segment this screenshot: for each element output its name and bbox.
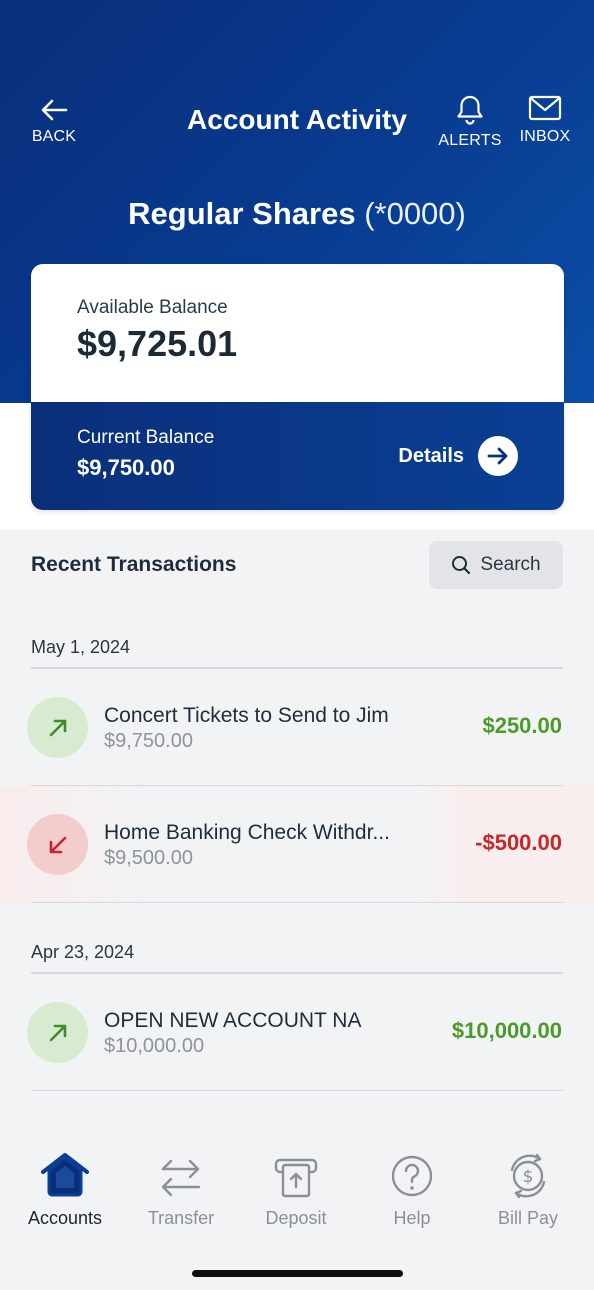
transaction-row[interactable]: OPEN NEW ACCOUNT NA $10,000.00 $10,000.0… [0, 974, 594, 1091]
transaction-row[interactable]: Concert Tickets to Send to Jim $9,750.00… [0, 669, 594, 786]
deposit-icon [274, 1158, 318, 1198]
balance-card: Available Balance $9,725.01 Current Bala… [31, 264, 564, 510]
alerts-button[interactable]: ALERTS [438, 94, 502, 150]
transaction-balance: $9,500.00 [104, 847, 193, 869]
tab-transfer[interactable]: Transfer [126, 1150, 236, 1229]
date-header: Apr 23, 2024 [31, 942, 135, 962]
tab-label: Bill Pay [497, 1208, 559, 1228]
tab-help[interactable]: Help [357, 1150, 467, 1229]
transaction-row[interactable]: Home Banking Check Withdr... $9,500.00 -… [0, 786, 594, 903]
arrow-up-right-icon [27, 1002, 88, 1063]
available-balance-label: Available Balance [77, 297, 228, 318]
tab-bill-pay[interactable]: $ Bill Pay [473, 1150, 583, 1229]
bell-icon [457, 95, 483, 125]
help-icon [391, 1155, 433, 1197]
tab-deposit[interactable]: Deposit [241, 1150, 351, 1229]
divider [31, 1090, 563, 1091]
search-button[interactable]: Search [429, 541, 563, 589]
available-balance-value: $9,725.01 [77, 323, 238, 364]
details-label: Details [398, 444, 464, 467]
page-title: Account Activity [187, 104, 407, 135]
transaction-name: Home Banking Check Withdr... [104, 821, 390, 844]
tab-label: Help [393, 1208, 431, 1228]
bill-pay-icon: $ [510, 1153, 546, 1198]
tab-label: Accounts [27, 1208, 103, 1228]
account-name: Regular Shares [128, 196, 356, 231]
transaction-amount: $250.00 [482, 713, 562, 738]
tab-accounts[interactable]: Accounts [10, 1150, 120, 1229]
available-balance-section: Available Balance $9,725.01 [31, 264, 564, 402]
envelope-icon [528, 95, 562, 121]
inbox-label: INBOX [519, 128, 571, 145]
divider [31, 902, 563, 903]
tab-label: Transfer [147, 1208, 215, 1228]
arrow-down-left-icon [27, 814, 88, 875]
arrow-up-right-icon [27, 697, 88, 758]
transaction-balance: $10,000.00 [104, 1035, 205, 1057]
transaction-amount: $10,000.00 [451, 1018, 562, 1043]
transaction-amount: -$500.00 [475, 830, 562, 855]
arrow-right-circle-icon [478, 436, 518, 476]
account-mask: (*0000) [364, 196, 466, 231]
transfer-icon [161, 1159, 201, 1197]
inbox-button[interactable]: INBOX [518, 94, 572, 146]
search-icon [452, 556, 471, 575]
svg-text:$: $ [523, 1167, 534, 1187]
search-label: Search [480, 554, 541, 575]
bottom-tab-bar: Accounts Transfer Deposit Help $ Bill Pa… [0, 1150, 594, 1250]
transaction-balance: $9,750.00 [104, 730, 193, 752]
date-header: May 1, 2024 [31, 637, 131, 657]
home-icon [41, 1153, 89, 1197]
tab-label: Deposit [265, 1208, 327, 1228]
current-balance-section: Current Balance $9,750.00 Details [31, 402, 564, 510]
details-button[interactable]: Details [398, 436, 518, 476]
alerts-label: ALERTS [438, 132, 502, 149]
home-indicator [192, 1270, 403, 1277]
transaction-name: OPEN NEW ACCOUNT NA [104, 1009, 362, 1032]
account-heading: Regular Shares (*0000) [0, 196, 594, 232]
transaction-name: Concert Tickets to Send to Jim [104, 704, 389, 727]
recent-transactions-title: Recent Transactions [31, 553, 237, 576]
